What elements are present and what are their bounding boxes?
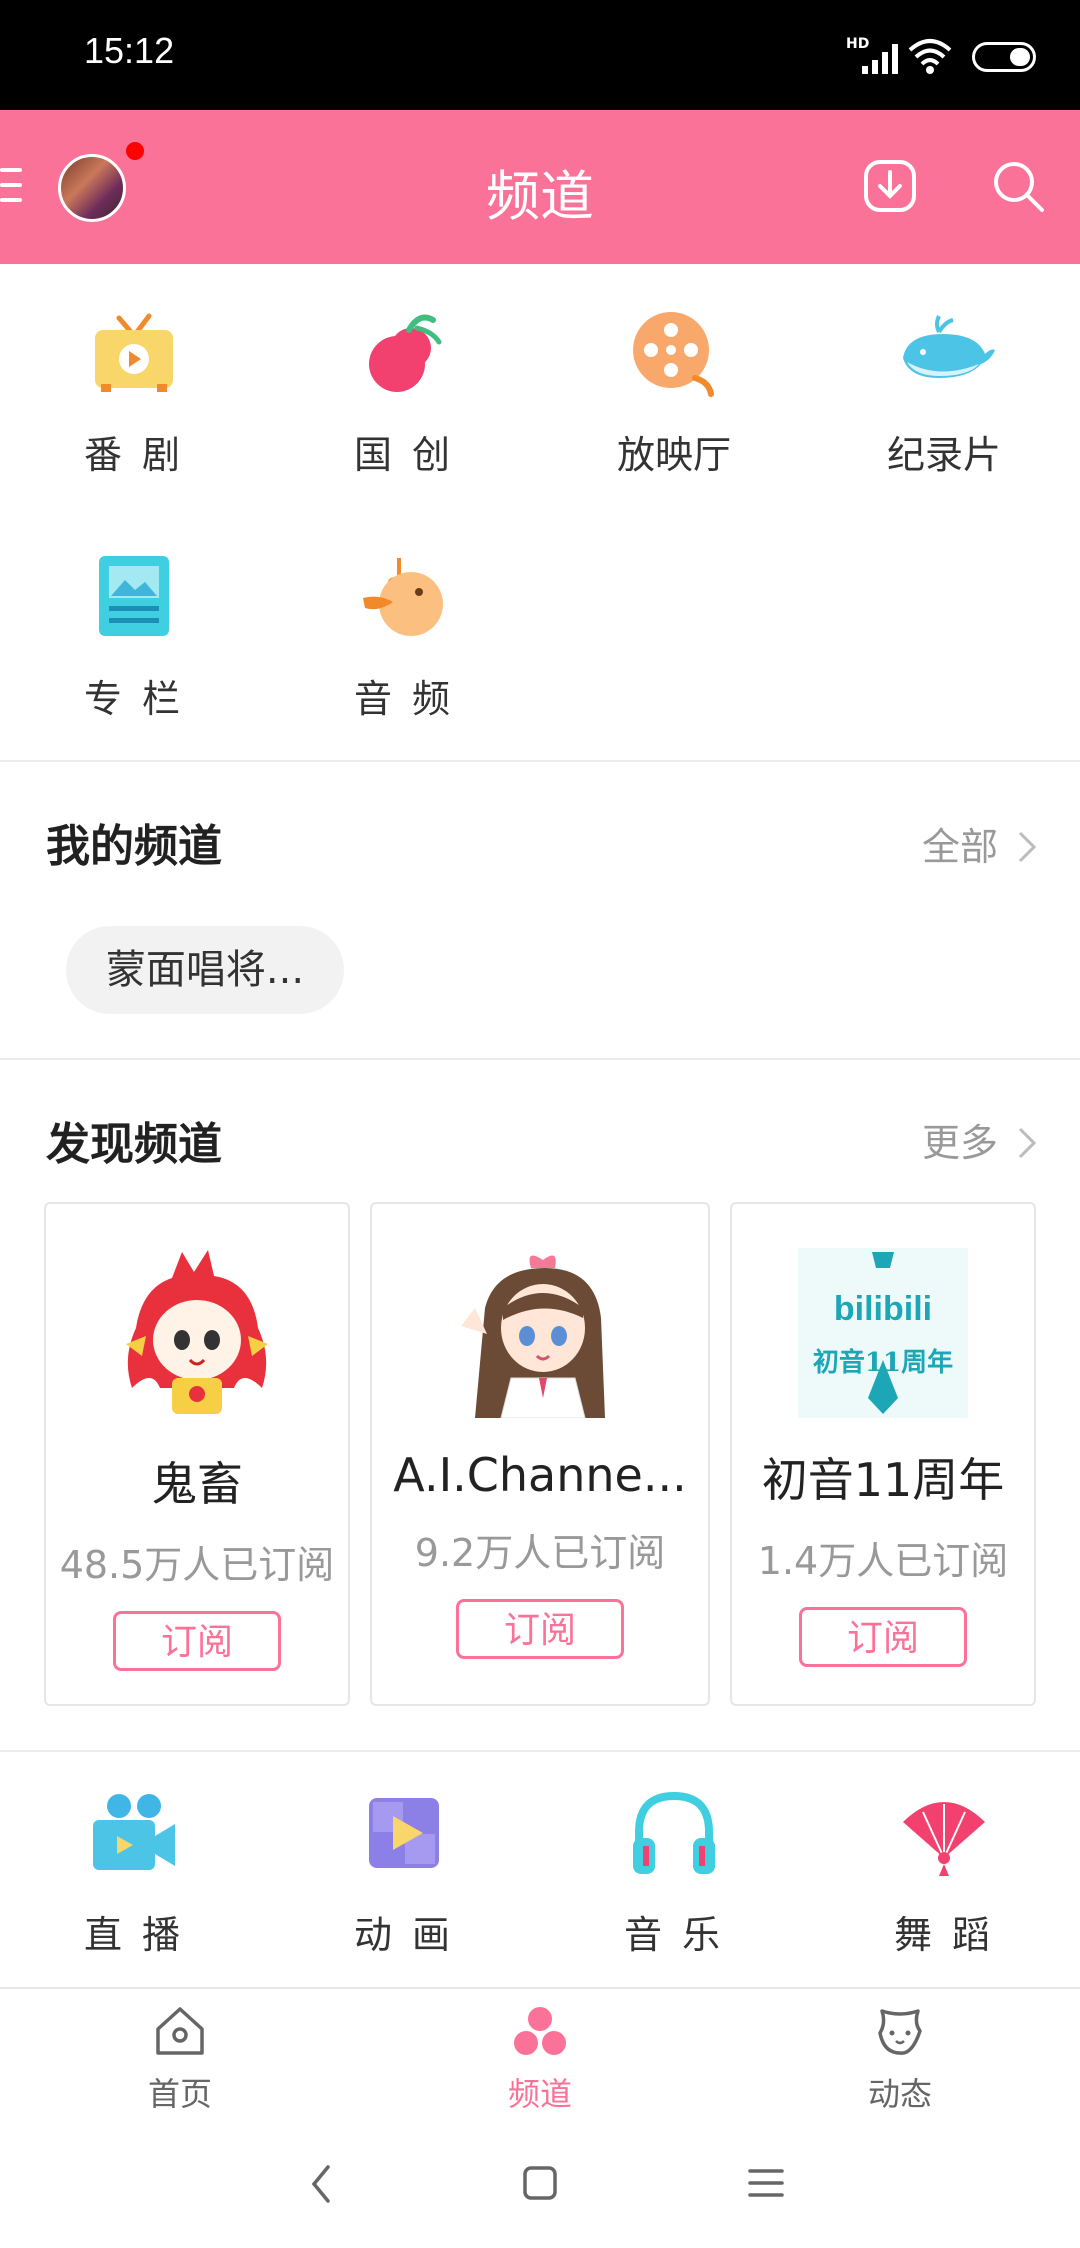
card-name: A.I.Channe... (393, 1448, 687, 1502)
bilibili-logo-text: bilibili (833, 1290, 933, 1328)
grid-item-guochuang[interactable]: 国 创 (304, 308, 504, 479)
peach-icon (369, 314, 442, 392)
whale-icon (903, 315, 995, 378)
grid-item-label: 放映厅 (616, 433, 731, 477)
channel-card[interactable]: bilibili 初音11周年 初音11周年 1.4万人已订阅 订阅 (730, 1202, 1036, 1706)
grid-item-label: 番 剧 (83, 433, 185, 477)
recents-icon[interactable] (746, 2163, 786, 2203)
card-name: 鬼畜 (151, 1457, 243, 1511)
fan-icon (903, 1802, 985, 1876)
article-icon (99, 556, 169, 636)
grid-item-audio[interactable]: 音 频 (304, 552, 504, 723)
activity-icon (878, 2009, 922, 2055)
more-link-label: 更多 (922, 1121, 999, 1165)
ai-channel-avatar-image (455, 1248, 625, 1419)
subscribe-button[interactable]: 订阅 (456, 1599, 624, 1659)
back-icon[interactable] (302, 2159, 342, 2209)
discover-title: 发现频道 (46, 1119, 222, 1170)
play-puzzle-icon (369, 1798, 439, 1868)
section-divider (0, 760, 1080, 762)
tv-icon (95, 313, 173, 392)
chevron-right-icon (1019, 1127, 1037, 1159)
card-name: 初音11周年 (761, 1453, 1005, 1507)
nav-tab-label: 频道 (507, 2075, 572, 2113)
status-bar: 15:12 HD (0, 0, 1080, 110)
bird-music-icon (363, 558, 443, 636)
card-subscribers: 9.2万人已订阅 (414, 1531, 666, 1575)
section-divider (0, 1058, 1080, 1060)
grid-item-music[interactable]: 音 乐 (574, 1788, 774, 1959)
chevron-right-icon (1019, 831, 1037, 863)
app-header: 频道 (0, 110, 1080, 264)
headphones-icon (633, 1791, 715, 1874)
search-icon[interactable] (990, 158, 1046, 214)
grid-item-label: 音 频 (353, 677, 455, 721)
nav-tab-label: 首页 (147, 2075, 212, 2113)
guichu-mascot-image (126, 1250, 268, 1414)
grid-item-dance[interactable]: 舞 蹈 (844, 1788, 1044, 1959)
channel-card[interactable]: A.I.Channe... 9.2万人已订阅 订阅 (370, 1202, 710, 1706)
all-link-label: 全部 (922, 825, 999, 869)
miku-logo-subtitle: 初音11周年 (812, 1348, 954, 1378)
grid-item-bangumi[interactable]: 番 剧 (34, 308, 234, 479)
grid-item-column[interactable]: 专 栏 (34, 552, 234, 723)
subscribe-button[interactable]: 订阅 (113, 1611, 281, 1671)
grid-item-live[interactable]: 直 播 (34, 1788, 234, 1959)
nav-tab-home[interactable]: 首页 (80, 2003, 280, 2115)
nav-tab-label: 动态 (867, 2075, 932, 2113)
grid-item-documentary[interactable]: 纪录片 (844, 308, 1044, 479)
grid-item-label: 纪录片 (886, 433, 1001, 477)
grid-item-label: 动 画 (353, 1913, 455, 1957)
my-channels-title: 我的频道 (46, 821, 222, 872)
nav-tab-channel[interactable]: 频道 (440, 2003, 640, 2115)
home-button-icon[interactable] (520, 2163, 560, 2203)
channel-icon (514, 2007, 566, 2055)
page-title: 频道 (486, 165, 594, 228)
channel-card[interactable]: 鬼畜 48.5万人已订阅 订阅 (44, 1202, 350, 1706)
bottom-nav: 首页 频道 动态 (0, 1987, 1080, 2121)
grid-item-label: 专 栏 (83, 677, 185, 721)
battery-icon (972, 42, 1036, 72)
system-nav-bar (0, 2119, 1080, 2248)
my-channels-all-link[interactable]: 全部 (922, 816, 1038, 871)
film-reel-icon (633, 312, 714, 397)
grid-item-label: 直 播 (83, 1913, 185, 1957)
subscribe-button[interactable]: 订阅 (799, 1607, 967, 1667)
nav-tab-activity[interactable]: 动态 (800, 2003, 1000, 2115)
home-icon (156, 2007, 204, 2055)
grid-item-label: 国 创 (353, 433, 455, 477)
channel-chip[interactable]: 蒙面唱将... (66, 926, 344, 1014)
miku-anniversary-logo: bilibili 初音11周年 (798, 1248, 968, 1418)
grid-item-anime[interactable]: 动 画 (304, 1788, 504, 1959)
card-subscribers: 48.5万人已订阅 (59, 1543, 335, 1587)
card-subscribers: 1.4万人已订阅 (757, 1539, 1009, 1583)
discover-more-link[interactable]: 更多 (922, 1112, 1038, 1167)
status-time: 15:12 (84, 30, 175, 71)
section-divider (0, 1750, 1080, 1752)
download-icon[interactable] (862, 158, 918, 214)
grid-item-label: 舞 蹈 (893, 1913, 995, 1957)
camera-icon (93, 1794, 175, 1870)
grid-item-label: 音 乐 (623, 1913, 725, 1957)
grid-item-theater[interactable]: 放映厅 (574, 308, 774, 479)
wifi-icon (908, 39, 952, 74)
